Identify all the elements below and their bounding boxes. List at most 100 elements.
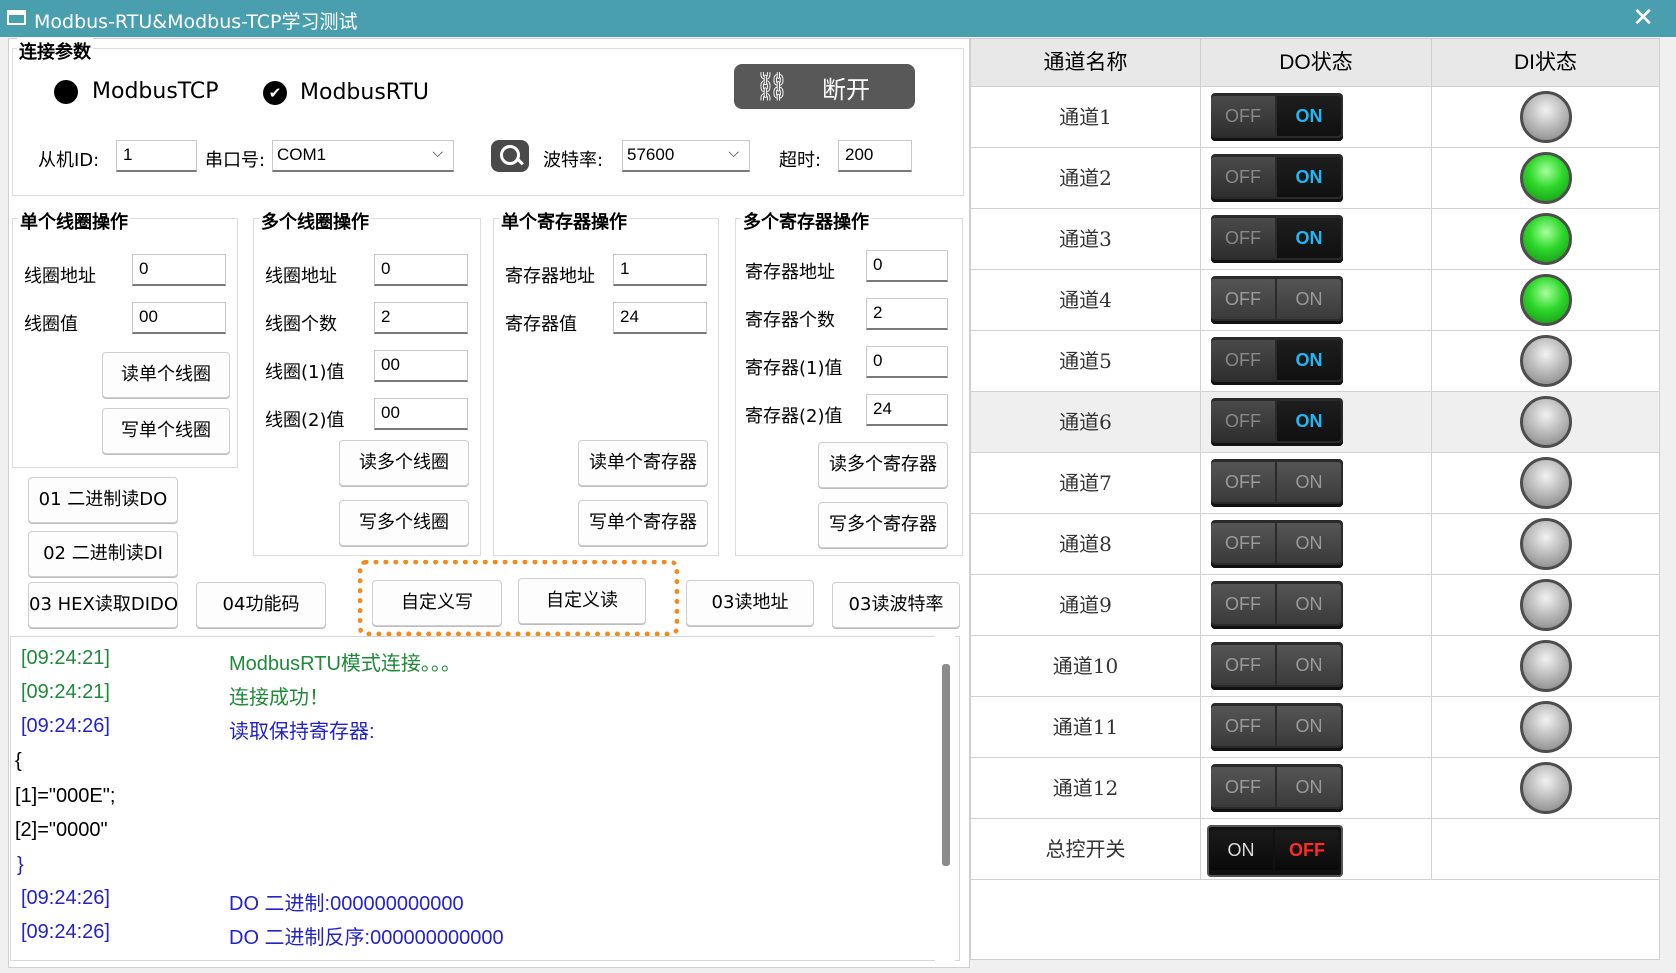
- write-single-coil-button[interactable]: 写单个线圈: [102, 408, 230, 454]
- slave-id-input[interactable]: 1: [116, 140, 197, 172]
- table-row: 通道9 OFF ON: [971, 575, 1659, 636]
- do-toggle-switch[interactable]: OFF ON: [1211, 154, 1343, 202]
- do-status-cell: OFF ON: [1201, 270, 1432, 330]
- f01-read-do-button[interactable]: 01 二进制读DO: [28, 477, 178, 523]
- channel-name: 通道12: [971, 758, 1201, 818]
- do-toggle-switch[interactable]: OFF ON: [1211, 642, 1343, 690]
- check-icon[interactable]: ✔: [263, 81, 287, 105]
- timeout-input[interactable]: 200: [838, 140, 912, 172]
- do-toggle-switch[interactable]: OFF ON: [1211, 459, 1343, 507]
- single-coil-addr-input[interactable]: 0: [132, 254, 226, 286]
- channel-name: 通道2: [971, 148, 1201, 208]
- multi-coil-v1-input[interactable]: 00: [374, 350, 468, 382]
- close-icon[interactable]: ✕: [1632, 3, 1654, 33]
- f03-hex-read-button[interactable]: 03 HEX读取DIDO: [28, 582, 178, 628]
- log-scrollbar-thumb[interactable]: [942, 664, 950, 866]
- di-indicator-lamp: [1520, 335, 1572, 387]
- radio-modbustcp[interactable]: [54, 80, 78, 104]
- di-indicator-lamp: [1520, 579, 1572, 631]
- di-status-cell: [1432, 87, 1659, 147]
- master-toggle-switch[interactable]: ON OFF: [1207, 825, 1343, 877]
- table-row: 通道10 OFF ON: [971, 636, 1659, 697]
- f04-button[interactable]: 04功能码: [196, 582, 326, 628]
- log-message: 连接成功！: [229, 687, 329, 709]
- log-output[interactable]: [09:24:21] ModbusRTU模式连接。。。 [09:24:21] 连接成功…: [10, 636, 960, 961]
- port-select[interactable]: COM1 ⌵: [272, 140, 454, 172]
- switch-off-label: OFF: [1211, 645, 1275, 685]
- write-multi-reg-button[interactable]: 写多个寄存器: [818, 502, 948, 548]
- write-multi-coil-button[interactable]: 写多个线圈: [339, 500, 469, 546]
- radio-modbustcp-label[interactable]: ModbusTCP: [92, 79, 219, 104]
- log-message: [2]="0000": [15, 819, 108, 841]
- channel-name: 通道8: [971, 514, 1201, 574]
- do-toggle-switch[interactable]: OFF ON: [1211, 398, 1343, 446]
- di-status-cell: [1432, 758, 1659, 818]
- switch-off-label: OFF: [1211, 706, 1275, 746]
- multi-coil-v2-input[interactable]: 00: [374, 398, 468, 430]
- log-message: DO 二进制反序:000000000000: [229, 927, 504, 949]
- disconnect-button[interactable]: ⛓ 断开: [734, 64, 915, 109]
- do-toggle-switch[interactable]: OFF ON: [1211, 276, 1343, 324]
- do-toggle-switch[interactable]: OFF ON: [1211, 93, 1343, 141]
- log-timestamp: [09:24:26]: [21, 715, 110, 737]
- do-status-cell: OFF ON: [1201, 148, 1432, 208]
- radio-modbusrtu-label[interactable]: ModbusRTU: [300, 80, 429, 105]
- table-row: 通道7 OFF ON: [971, 453, 1659, 514]
- multi-coil-addr-label: 线圈地址: [265, 266, 337, 287]
- do-toggle-switch[interactable]: OFF ON: [1211, 215, 1343, 263]
- multi-reg-v2-input[interactable]: 24: [866, 394, 948, 426]
- multi-coil-count-input[interactable]: 2: [374, 302, 468, 334]
- table-row: 通道4 OFF ON: [971, 270, 1659, 331]
- highlight-box: [358, 560, 679, 636]
- do-status-cell: OFF ON: [1201, 453, 1432, 513]
- multi-reg-count-input[interactable]: 2: [866, 298, 948, 330]
- channel-name: 通道6: [971, 392, 1201, 452]
- baud-select[interactable]: 57600 ⌵: [622, 140, 750, 172]
- channel-name: 通道3: [971, 209, 1201, 269]
- master-switch-row: 总控开关 ON OFF: [971, 819, 1659, 880]
- single-reg-addr-input[interactable]: 1: [613, 254, 707, 286]
- do-toggle-switch[interactable]: OFF ON: [1211, 764, 1343, 812]
- di-indicator-lamp: [1520, 274, 1572, 326]
- di-indicator-lamp: [1520, 213, 1572, 265]
- read-baud-button[interactable]: 03读波特率: [832, 582, 960, 628]
- master-switch-label: 总控开关: [971, 819, 1201, 879]
- search-port-button[interactable]: [491, 140, 529, 172]
- search-icon: [500, 145, 520, 165]
- do-toggle-switch[interactable]: OFF ON: [1211, 337, 1343, 385]
- multi-reg-addr-input[interactable]: 0: [866, 250, 948, 282]
- multi-reg-v1-input[interactable]: 0: [866, 346, 948, 378]
- do-toggle-switch[interactable]: OFF ON: [1211, 520, 1343, 568]
- single-reg-value-input[interactable]: 24: [613, 302, 707, 334]
- log-message: [1]="000E";: [15, 785, 116, 807]
- port-select-value: COM1: [277, 145, 327, 164]
- di-indicator-lamp: [1520, 762, 1572, 814]
- multi-reg-count-label: 寄存器个数: [745, 310, 835, 331]
- do-toggle-switch[interactable]: OFF ON: [1211, 703, 1343, 751]
- switch-off-label: OFF: [1211, 340, 1275, 380]
- master-di-cell: [1432, 819, 1659, 879]
- disconnect-label: 断开: [822, 76, 870, 104]
- read-multi-coil-button[interactable]: 读多个线圈: [339, 440, 469, 486]
- switch-off-label: OFF: [1211, 767, 1275, 807]
- log-timestamp: [09:24:21]: [21, 647, 110, 669]
- switch-on-label: ON: [1277, 401, 1341, 441]
- read-multi-reg-button[interactable]: 读多个寄存器: [818, 442, 948, 488]
- switch-off-label: OFF: [1211, 96, 1275, 136]
- single-coil-value-input[interactable]: 00: [132, 302, 226, 334]
- do-toggle-switch[interactable]: OFF ON: [1211, 581, 1343, 629]
- di-indicator-lamp: [1520, 518, 1572, 570]
- read-single-reg-button[interactable]: 读单个寄存器: [578, 440, 708, 486]
- switch-on-label: ON: [1277, 157, 1341, 197]
- switch-off-label: OFF: [1211, 523, 1275, 563]
- switch-on-label: ON: [1277, 279, 1341, 319]
- multi-reg-group-label: 多个寄存器操作: [741, 208, 871, 234]
- multi-reg-v2-label: 寄存器(2)值: [745, 406, 843, 427]
- read-address-button[interactable]: 03读地址: [686, 580, 814, 626]
- f02-read-di-button[interactable]: 02 二进制读DI: [28, 531, 178, 577]
- multi-coil-addr-input[interactable]: 0: [374, 254, 468, 286]
- channel-name: 通道11: [971, 697, 1201, 757]
- write-single-reg-button[interactable]: 写单个寄存器: [578, 500, 708, 546]
- log-message: 读取保持寄存器:: [229, 721, 375, 743]
- read-single-coil-button[interactable]: 读单个线圈: [102, 352, 230, 398]
